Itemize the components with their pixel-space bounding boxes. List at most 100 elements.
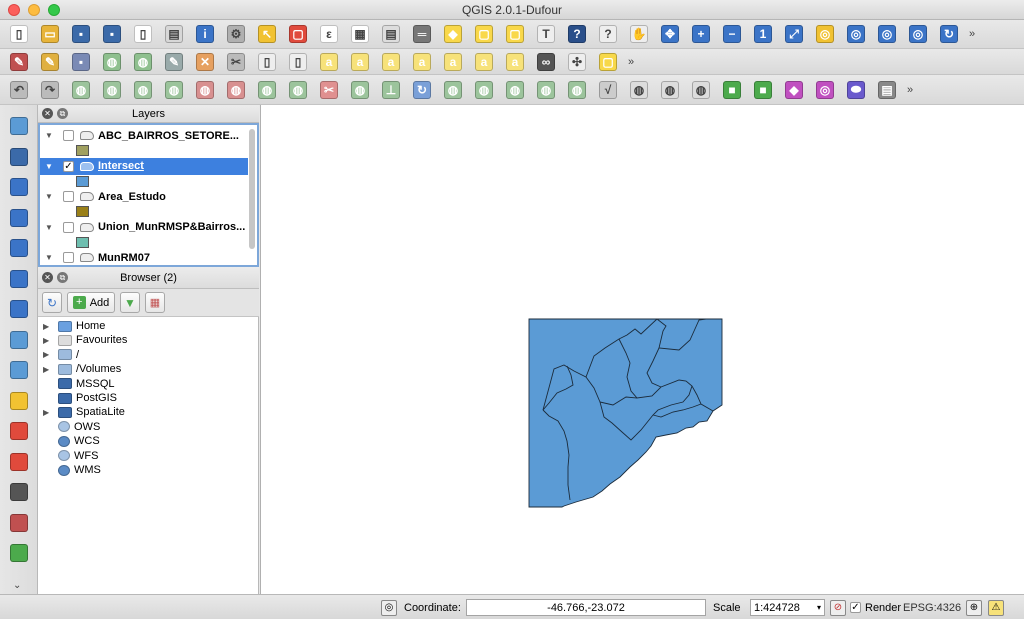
delete-ring-button[interactable]: ◍	[194, 79, 216, 101]
browser-item[interactable]: ▶ SpatiaLite	[38, 405, 125, 419]
add-button[interactable]: + Add	[67, 292, 115, 313]
expand-arrow-icon[interactable]: ▶	[43, 408, 53, 417]
zoom-to-selection-button[interactable]: ◎	[814, 23, 836, 45]
expand-triangle-icon[interactable]: ▼	[45, 131, 55, 140]
expand-triangle-icon[interactable]: ▼	[45, 253, 55, 262]
map-tips-button[interactable]: ◆	[442, 23, 464, 45]
geocode-button[interactable]: ✣	[566, 51, 588, 73]
toolbar-overflow-icon[interactable]: »	[628, 56, 634, 68]
browser-item[interactable]: ▶ Home	[38, 319, 105, 333]
browser-item[interactable]: MSSQL	[38, 377, 115, 391]
pin-labels-button[interactable]: a	[380, 51, 402, 73]
add-postgis-layer-button[interactable]	[8, 176, 30, 198]
toolbar-overflow-icon[interactable]: »	[907, 84, 913, 96]
layer-visibility-checkbox[interactable]	[63, 191, 74, 202]
layer-item[interactable]: ▼ ABC_BAIRROS_SETORE...	[40, 127, 248, 144]
rectangle-select-button[interactable]: ■	[721, 79, 743, 101]
zoom-last-button[interactable]: ◎	[876, 23, 898, 45]
browser-item[interactable]: ▶ /Volumes	[38, 362, 121, 376]
paste-features-button[interactable]: ▯	[287, 51, 309, 73]
new-print-composer-button[interactable]: ▯	[132, 23, 154, 45]
expand-triangle-icon[interactable]: ▼	[45, 223, 55, 232]
zoom-actual-size-button[interactable]: 1	[752, 23, 774, 45]
reshape-features-button[interactable]: ◍	[256, 79, 278, 101]
advanced-digitize-button[interactable]: ◍	[473, 79, 495, 101]
fill-ring-button[interactable]: ◍	[163, 79, 185, 101]
add-part-button[interactable]: ◍	[132, 79, 154, 101]
add-spatialite-layer-button[interactable]	[8, 207, 30, 229]
identify-features-button[interactable]: i	[194, 23, 216, 45]
zoom-in-button[interactable]: +	[690, 23, 712, 45]
refresh-button[interactable]: ↻	[42, 292, 62, 313]
line-tool-button[interactable]: √	[597, 79, 619, 101]
stop-render-button[interactable]: ⊘	[830, 599, 846, 616]
expand-arrow-icon[interactable]: ▶	[43, 322, 53, 331]
crs-button[interactable]: ⊕	[966, 599, 982, 616]
find-binoculars-button[interactable]: ∞	[535, 51, 557, 73]
layer-visibility-checkbox[interactable]	[63, 130, 74, 141]
add-wfs-layer-button[interactable]	[8, 329, 30, 351]
zoom-full-button[interactable]: ⤢	[783, 23, 805, 45]
toolbar-overflow-icon[interactable]: »	[969, 28, 975, 40]
whats-this-button[interactable]: ?	[597, 23, 619, 45]
text-annotation-button[interactable]: T	[535, 23, 557, 45]
intersect-polygon[interactable]	[528, 318, 723, 508]
layer-visibility-checkbox[interactable]	[63, 252, 74, 263]
split-parts-button[interactable]: ◍	[349, 79, 371, 101]
snapping-button[interactable]: ◍	[504, 79, 526, 101]
save-as-button[interactable]: ▪	[101, 23, 123, 45]
rotate-point-button[interactable]: ↻	[411, 79, 433, 101]
change-label-button[interactable]: a	[504, 51, 526, 73]
attribute-table-button[interactable]: ▦	[349, 23, 371, 45]
browser-item[interactable]: WCS	[38, 434, 100, 448]
node-tool-button[interactable]: ✎	[163, 51, 185, 73]
filter-button[interactable]: ▼	[120, 292, 140, 313]
table-manager-button[interactable]	[8, 542, 30, 564]
vertex-button[interactable]: ◍	[566, 79, 588, 101]
messages-button[interactable]: ⚠	[988, 599, 1004, 616]
collapse-all-button[interactable]: ▦	[145, 292, 165, 313]
refresh-button[interactable]: ↻	[938, 23, 960, 45]
copy-features-button[interactable]: ▯	[256, 51, 278, 73]
layer-visibility-checkbox[interactable]	[63, 221, 74, 233]
pan-to-selection-button[interactable]: ✥	[659, 23, 681, 45]
layer-item[interactable]: ▼ Union_MunRMSP&Bairros...	[40, 219, 248, 236]
label-button[interactable]: a	[318, 51, 340, 73]
add-delimited-text-button[interactable]	[8, 359, 30, 381]
crs-status[interactable]: EPSG:4326	[903, 599, 961, 616]
gps-tools-button[interactable]	[8, 481, 30, 503]
expand-arrow-icon[interactable]: ▶	[43, 350, 53, 359]
field-calculator-button[interactable]: ε	[318, 23, 340, 45]
browser-item[interactable]: ▶ /	[38, 348, 79, 362]
rotate-label-button[interactable]: a	[473, 51, 495, 73]
layer-symbol-swatch[interactable]	[76, 206, 89, 217]
new-project-button[interactable]: ▯	[8, 23, 30, 45]
current-edits-button[interactable]: ✎	[8, 51, 30, 73]
delete-selected-button[interactable]: ✕	[194, 51, 216, 73]
statistics-button[interactable]: ▤	[380, 23, 402, 45]
layer-symbol-swatch[interactable]	[76, 236, 89, 248]
move-label-button[interactable]: a	[442, 51, 464, 73]
digitize-button[interactable]: ◍	[442, 79, 464, 101]
toolbar-overflow-icon[interactable]: ⌄	[13, 580, 21, 591]
help-button[interactable]: ?	[566, 23, 588, 45]
trace-button[interactable]: ◍	[535, 79, 557, 101]
pan-map-button[interactable]: ✋	[628, 23, 650, 45]
settings-gear-button[interactable]: ⚙	[225, 23, 247, 45]
expand-arrow-icon[interactable]: ▶	[43, 336, 53, 345]
show-bookmarks-button[interactable]: ▢	[504, 23, 526, 45]
polygon-tool-button[interactable]: ◍	[628, 79, 650, 101]
map-canvas[interactable]	[260, 105, 1024, 594]
add-feature-button[interactable]: ◍	[101, 51, 123, 73]
open-project-button[interactable]: ▭	[39, 23, 61, 45]
coordinate-field[interactable]: -46.766,-23.072	[466, 599, 706, 616]
expand-arrow-icon[interactable]: ▶	[43, 365, 53, 374]
float-panel-icon[interactable]: ⧉	[57, 272, 68, 283]
square-handles-button[interactable]: ◆	[783, 79, 805, 101]
redo-button[interactable]: ↷	[39, 79, 61, 101]
vector-fields-button[interactable]	[8, 512, 30, 534]
layer-visibility-checkbox[interactable]: ✓	[63, 160, 74, 172]
add-vector-layer-button[interactable]	[8, 115, 30, 137]
new-vector-layer-button[interactable]	[8, 390, 30, 412]
expand-triangle-icon[interactable]: ▼	[45, 162, 55, 171]
